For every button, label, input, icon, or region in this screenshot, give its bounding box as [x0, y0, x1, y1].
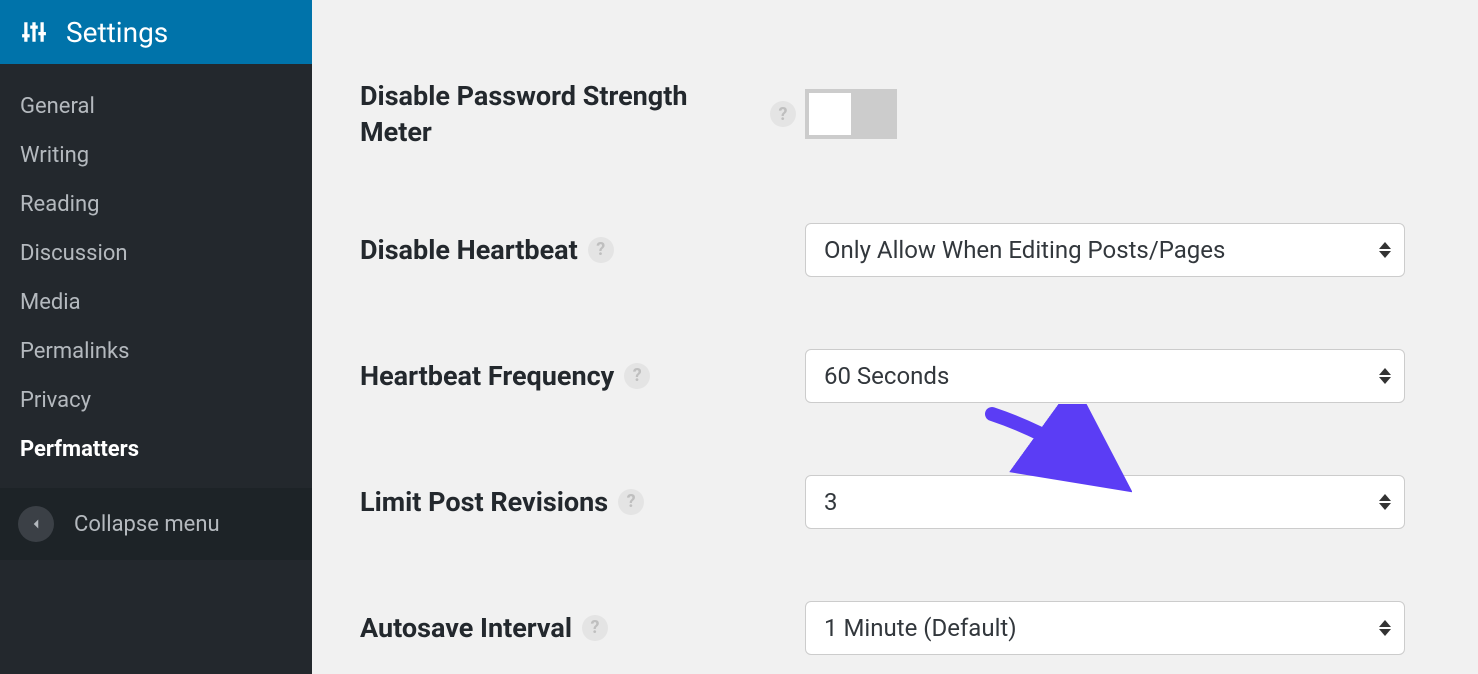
select-value: 1 Minute (Default) [824, 614, 1017, 642]
select-value: 3 [824, 488, 838, 516]
select-value: Only Allow When Editing Posts/Pages [824, 236, 1225, 264]
setting-control-cell: Only Allow When Editing Posts/Pages [805, 223, 1418, 277]
sidebar-item-label: Writing [20, 143, 89, 168]
sliders-icon [20, 18, 48, 46]
setting-row-heartbeat-frequency: Heartbeat Frequency ? 60 Seconds [360, 349, 1418, 403]
setting-control-cell [805, 89, 1418, 139]
select-heartbeat-frequency[interactable]: 60 Seconds [805, 349, 1405, 403]
setting-label: Disable Heartbeat [360, 232, 578, 268]
help-icon[interactable]: ? [588, 237, 614, 263]
setting-control-cell: 3 [805, 475, 1418, 529]
collapse-menu-button[interactable]: Collapse menu [0, 488, 312, 560]
toggle-disable-password-strength-meter[interactable] [805, 89, 897, 139]
sidebar-item-general[interactable]: General [0, 82, 312, 131]
setting-control-cell: 60 Seconds [805, 349, 1418, 403]
sidebar-item-writing[interactable]: Writing [0, 131, 312, 180]
sidebar-item-reading[interactable]: Reading [0, 180, 312, 229]
help-icon[interactable]: ? [624, 363, 650, 389]
sidebar-current-label: Settings [66, 16, 168, 49]
toggle-knob [809, 93, 851, 135]
select-arrows-icon [1379, 494, 1391, 510]
select-disable-heartbeat[interactable]: Only Allow When Editing Posts/Pages [805, 223, 1405, 277]
settings-table: Disable Password Strength Meter ? Disabl… [360, 78, 1418, 655]
select-arrows-icon [1379, 368, 1391, 384]
setting-label-cell: Heartbeat Frequency ? [360, 358, 805, 394]
setting-label-cell: Autosave Interval ? [360, 610, 805, 646]
setting-row-disable-heartbeat: Disable Heartbeat ? Only Allow When Edit… [360, 223, 1418, 277]
setting-control-cell: 1 Minute (Default) [805, 601, 1418, 655]
sidebar-item-label: Perfmatters [20, 437, 139, 462]
select-value: 60 Seconds [824, 362, 949, 390]
setting-label: Limit Post Revisions [360, 484, 608, 520]
setting-row-limit-post-revisions: Limit Post Revisions ? 3 [360, 475, 1418, 529]
select-arrows-icon [1379, 620, 1391, 636]
sidebar-item-label: General [20, 94, 95, 119]
settings-panel: Disable Password Strength Meter ? Disabl… [312, 0, 1478, 674]
select-autosave-interval[interactable]: 1 Minute (Default) [805, 601, 1405, 655]
sidebar-item-label: Discussion [20, 241, 128, 266]
sidebar-current-section[interactable]: Settings [0, 0, 312, 64]
sidebar-item-permalinks[interactable]: Permalinks [0, 327, 312, 376]
setting-label: Disable Password Strength Meter [360, 78, 760, 151]
collapse-menu-label: Collapse menu [74, 512, 220, 537]
sidebar-submenu: General Writing Reading Discussion Media… [0, 64, 312, 482]
select-arrows-icon [1379, 242, 1391, 258]
setting-label: Autosave Interval [360, 610, 572, 646]
sidebar-item-privacy[interactable]: Privacy [0, 376, 312, 425]
collapse-icon [18, 506, 54, 542]
sidebar-item-label: Media [20, 290, 81, 315]
sidebar-item-media[interactable]: Media [0, 278, 312, 327]
setting-label-cell: Disable Password Strength Meter ? [360, 78, 805, 151]
admin-sidebar: Settings General Writing Reading Discuss… [0, 0, 312, 674]
setting-label-cell: Limit Post Revisions ? [360, 484, 805, 520]
help-icon[interactable]: ? [582, 615, 608, 641]
setting-row-autosave-interval: Autosave Interval ? 1 Minute (Default) [360, 601, 1418, 655]
setting-label-cell: Disable Heartbeat ? [360, 232, 805, 268]
select-limit-post-revisions[interactable]: 3 [805, 475, 1405, 529]
help-icon[interactable]: ? [770, 101, 796, 127]
sidebar-item-perfmatters[interactable]: Perfmatters [0, 425, 312, 474]
sidebar-item-label: Privacy [20, 388, 91, 413]
sidebar-item-label: Reading [20, 192, 99, 217]
help-icon[interactable]: ? [618, 489, 644, 515]
sidebar-item-label: Permalinks [20, 339, 129, 364]
sidebar-item-discussion[interactable]: Discussion [0, 229, 312, 278]
setting-label: Heartbeat Frequency [360, 358, 614, 394]
setting-row-disable-password-strength-meter: Disable Password Strength Meter ? [360, 78, 1418, 151]
